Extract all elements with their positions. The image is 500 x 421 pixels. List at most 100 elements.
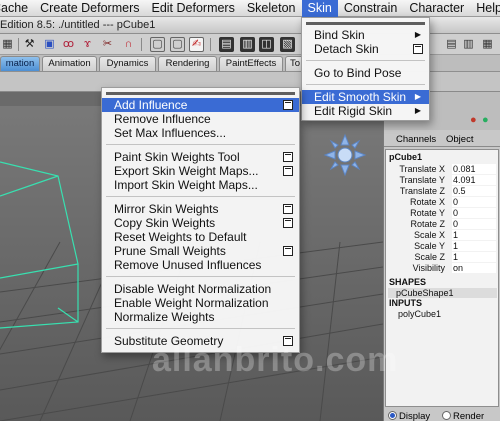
menu-item-normalize-weights[interactable]: Normalize Weights — [102, 310, 299, 324]
menu-item-copy-skin-weights[interactable]: Copy Skin Weights — [102, 216, 299, 230]
construction-history-icon[interactable]: ▢ — [170, 37, 185, 52]
menu-item-set-max-influences[interactable]: Set Max Influences... — [102, 126, 299, 140]
option-box-icon[interactable] — [283, 166, 293, 176]
render-settings-icon[interactable]: ▧ — [280, 37, 295, 52]
menu-item-bind-skin[interactable]: Bind Skin ▶ — [302, 28, 429, 42]
channel-value[interactable]: 4.091 — [452, 175, 496, 185]
tear-off-bar[interactable] — [106, 92, 295, 95]
menu-item-edit-smooth-skin[interactable]: Edit Smooth Skin ▶ — [302, 90, 429, 104]
menu-item-go-to-bind-pose[interactable]: Go to Bind Pose — [302, 66, 429, 80]
option-box-icon[interactable] — [283, 152, 293, 162]
snap-grid-icon[interactable]: ▣ — [42, 37, 57, 52]
channel-value[interactable]: 1 — [452, 252, 496, 262]
tear-off-bar[interactable] — [306, 22, 425, 25]
make-live-icon[interactable]: ∩ — [121, 37, 136, 52]
snap-point-icon[interactable]: ɤ — [80, 37, 95, 52]
menu-item-detach-skin[interactable]: Detach Skin — [302, 42, 429, 56]
shape-node[interactable]: pCubeShape1 — [388, 288, 497, 298]
channel-label: Visibility — [412, 263, 445, 273]
menu-skeleton[interactable]: Skeleton — [241, 0, 302, 17]
channel-value[interactable]: 0 — [452, 208, 496, 218]
option-box-icon[interactable] — [283, 246, 293, 256]
channel-value[interactable]: on — [452, 263, 496, 273]
snap-curve-icon[interactable]: ꝏ — [61, 37, 76, 52]
menu-create-deformers[interactable]: Create Deformers — [34, 0, 145, 17]
menu-constrain[interactable]: Constrain — [338, 0, 404, 17]
menu-item-remove-unused-influences[interactable]: Remove Unused Influences — [102, 258, 299, 272]
channel-label: Translate Z — [399, 186, 445, 196]
menu-separator — [306, 60, 425, 61]
view-cube-icon[interactable] — [323, 133, 367, 177]
channel-row[interactable]: Rotate X 0 — [386, 197, 498, 208]
menu-item-remove-influence[interactable]: Remove Influence — [102, 112, 299, 126]
render-view-icon[interactable]: ▤ — [219, 37, 234, 52]
menu-help[interactable]: Help — [470, 0, 500, 17]
channel-box-tabs: Channels Object — [384, 132, 500, 147]
snap-view-plane-icon[interactable]: ✂ — [100, 37, 115, 52]
channel-label: Scale Y — [414, 241, 445, 251]
ipr-render-icon[interactable]: ◫ — [259, 37, 274, 52]
input-node[interactable]: polyCube1 — [398, 309, 441, 319]
option-box-icon[interactable] — [283, 204, 293, 214]
option-box-icon[interactable] — [283, 218, 293, 228]
history-icon[interactable]: ▢ — [150, 37, 165, 52]
menu-item-prune-small-weights[interactable]: Prune Small Weights — [102, 244, 299, 258]
menu-item-export-skin-weight-maps[interactable]: Export Skin Weight Maps... — [102, 164, 299, 178]
channel-label: Rotate X — [409, 197, 445, 207]
menu-item-import-skin-weight-maps[interactable]: Import Skin Weight Maps... — [102, 178, 299, 192]
channel-value[interactable]: 1 — [452, 230, 496, 240]
channel-row[interactable]: Scale X 1 — [386, 230, 498, 241]
paint-tool-icon[interactable]: ✍ — [189, 37, 204, 52]
menu-item-enable-weight-normalization[interactable]: Enable Weight Normalization — [102, 296, 299, 310]
menu-item-edit-rigid-skin[interactable]: Edit Rigid Skin ▶ — [302, 104, 429, 118]
channel-label: Rotate Z — [410, 219, 445, 229]
color-wheel-icon[interactable]: ● — [470, 114, 477, 126]
channel-row[interactable]: Scale Z 1 — [386, 252, 498, 263]
render-radio[interactable]: Render — [442, 411, 484, 421]
channel-value[interactable]: 1 — [452, 241, 496, 251]
skin-menu: Bind Skin ▶ Detach Skin Go to Bind Pose E… — [301, 17, 430, 121]
menu-item-mirror-skin-weights[interactable]: Mirror Skin Weights — [102, 202, 299, 216]
panel-toggle-icon[interactable]: ▤ — [444, 37, 459, 52]
tab-painteffects[interactable]: PaintEffects — [219, 56, 283, 71]
channel-value[interactable]: 0.081 — [452, 164, 496, 174]
channel-row[interactable]: Translate X 0.081 — [386, 164, 498, 175]
selection-mask-icon[interactable]: ▦ — [0, 37, 15, 52]
menu-skin[interactable]: Skin — [301, 0, 338, 17]
menu-item-disable-weight-normalization[interactable]: Disable Weight Normalization — [102, 282, 299, 296]
menu-item-add-influence[interactable]: Add Influence — [102, 98, 299, 112]
channel-value[interactable]: 0 — [452, 219, 496, 229]
tab-dynamics[interactable]: Dynamics — [99, 56, 156, 71]
menu-edit-deformers[interactable]: Edit Deformers — [145, 0, 240, 17]
tab-animation[interactable]: Animation — [42, 56, 97, 71]
menu-cache[interactable]: Cache — [0, 0, 34, 17]
shapes-header: SHAPES — [389, 277, 427, 287]
panel-toggle-icon[interactable]: ▥ — [461, 37, 476, 52]
tab-object[interactable]: Object — [446, 134, 473, 145]
color-wheel-icon[interactable]: ● — [482, 114, 489, 126]
channel-row[interactable]: Rotate Z 0 — [386, 219, 498, 230]
menu-character[interactable]: Character — [403, 0, 470, 17]
panel-toggle-icon[interactable]: ▦ — [480, 37, 495, 52]
tab-channels[interactable]: Channels — [396, 134, 436, 145]
channel-label: Scale Z — [414, 252, 445, 262]
channel-row[interactable]: Visibility on — [386, 263, 498, 274]
channel-row[interactable]: Rotate Y 0 — [386, 208, 498, 219]
tab-rendering[interactable]: Rendering — [158, 56, 217, 71]
channel-row[interactable]: Translate Y 4.091 — [386, 175, 498, 186]
layer-mode-radios: Display Render — [384, 411, 500, 421]
display-radio[interactable]: Display — [388, 411, 430, 421]
object-name: pCube1 — [389, 152, 423, 162]
menu-item-reset-weights[interactable]: Reset Weights to Default — [102, 230, 299, 244]
channel-row[interactable]: Scale Y 1 — [386, 241, 498, 252]
menu-item-paint-skin-weights[interactable]: Paint Skin Weights Tool — [102, 150, 299, 164]
render-frame-icon[interactable]: ▥ — [240, 37, 255, 52]
edit-smooth-skin-submenu: Add Influence Remove Influence Set Max I… — [101, 87, 300, 353]
option-box-icon[interactable] — [283, 100, 293, 110]
tab-animation-partial[interactable]: mation — [0, 56, 40, 71]
option-box-icon[interactable] — [413, 44, 423, 54]
channel-value[interactable]: 0.5 — [452, 186, 496, 196]
channel-row[interactable]: Translate Z 0.5 — [386, 186, 498, 197]
channel-value[interactable]: 0 — [452, 197, 496, 207]
select-by-hierarchy-icon[interactable]: ⚒ — [22, 37, 37, 52]
